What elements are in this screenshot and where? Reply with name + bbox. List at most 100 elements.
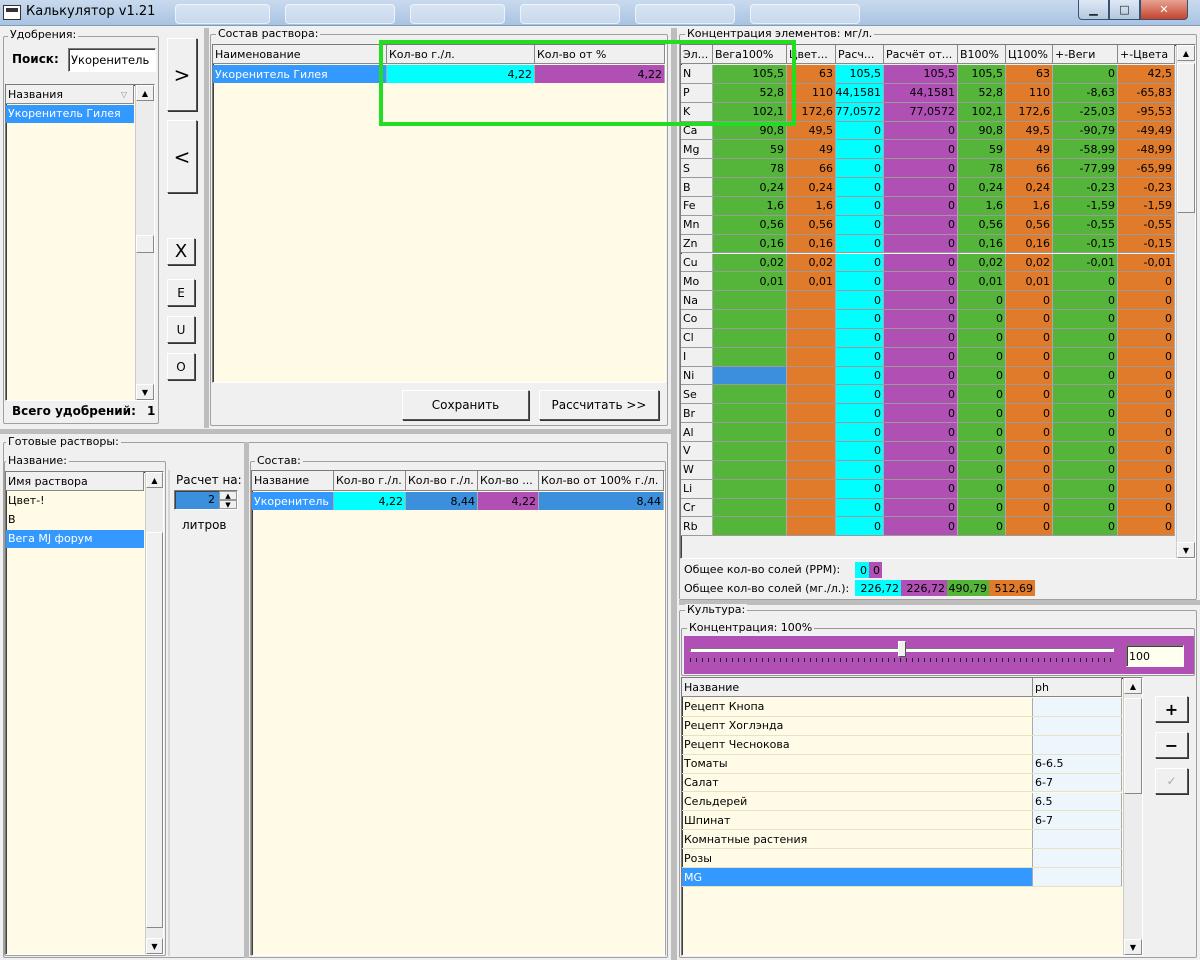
conc-cell[interactable]: 0 [836, 291, 884, 311]
conc-cell[interactable]: 0 [1118, 498, 1175, 518]
element-symbol[interactable]: S [681, 159, 713, 179]
solution-row-pct[interactable]: 4,22 [535, 65, 665, 83]
conc-cell[interactable]: 0 [1053, 347, 1118, 367]
ready-col-name[interactable]: Имя раствора [6, 472, 144, 490]
conc-col-header[interactable]: Эл... [681, 45, 713, 63]
culture-name[interactable]: Розы [682, 849, 1033, 868]
conc-cell[interactable]: 0 [1118, 272, 1175, 292]
concentration-slider-area[interactable] [684, 636, 1194, 674]
table-row[interactable]: Салат 6-7 [682, 773, 1122, 793]
conc-cell[interactable]: 0 [1053, 328, 1118, 348]
conc-cell[interactable] [713, 498, 787, 518]
conc-cell[interactable]: 0 [836, 347, 884, 367]
conc-cell[interactable]: 0,56 [1006, 215, 1053, 235]
conc-cell[interactable]: 0,02 [787, 253, 836, 273]
liters-spinner[interactable]: 2 ▲ ▼ [174, 490, 238, 510]
solution-row-name[interactable]: Укоренитель Гилея [213, 65, 387, 83]
table-row[interactable]: Комнатные растения [682, 830, 1122, 850]
culture-ph[interactable] [1033, 830, 1122, 849]
scroll-up-icon[interactable]: ▲ [136, 85, 154, 101]
conc-cell[interactable]: 0 [1053, 385, 1118, 405]
conc-cell[interactable]: 0 [1006, 442, 1053, 461]
conc-cell[interactable]: 0 [836, 215, 884, 235]
conc-cell[interactable] [787, 460, 836, 480]
conc-cell[interactable]: 0 [1053, 310, 1118, 329]
table-row[interactable]: Рецепт Чеснокова [682, 735, 1122, 755]
list-item[interactable]: B [6, 511, 144, 529]
scroll-thumb[interactable] [1124, 698, 1142, 794]
conc-cell[interactable]: 0 [958, 385, 1006, 405]
concentration-table-body[interactable]: N 105,5 63 105,5 105,5 105,5 63 0 42,5 P 52,8 110 44… [681, 65, 1175, 557]
element-symbol[interactable]: P [681, 83, 713, 103]
conc-cell[interactable]: 0 [836, 442, 884, 461]
conc-col-header[interactable]: Цвет... [787, 45, 836, 63]
culture-ph[interactable]: 6-7 [1033, 773, 1122, 792]
conc-cell[interactable]: 0 [1006, 517, 1053, 537]
conc-cell[interactable] [713, 291, 787, 311]
conc-cell[interactable]: 42,5 [1118, 65, 1175, 84]
culture-name[interactable]: MG [682, 868, 1033, 886]
conc-cell[interactable] [713, 460, 787, 480]
conc-cell[interactable]: 0 [1006, 479, 1053, 499]
conc-cell[interactable]: 0 [1053, 291, 1118, 311]
conc-cell[interactable]: 0 [884, 121, 958, 141]
conc-cell[interactable]: 0,24 [787, 178, 836, 197]
culture-name[interactable]: Рецепт Кнопа [682, 698, 1033, 716]
conc-cell[interactable]: 1,6 [713, 196, 787, 216]
fertilizer-list-item[interactable]: Укоренитель Гилея [6, 105, 134, 123]
conc-cell[interactable] [787, 366, 836, 386]
table-row[interactable]: P 52,8 110 44,1581 44,1581 52,8 110 -8,63 -65,83 [681, 83, 1175, 103]
element-symbol[interactable]: B [681, 178, 713, 197]
conc-cell[interactable]: -58,99 [1053, 140, 1118, 160]
culture-name[interactable]: Сельдерей [682, 792, 1033, 811]
conc-cell[interactable]: 0,01 [958, 272, 1006, 292]
conc-cell[interactable]: 0 [958, 423, 1006, 442]
add-culture-button[interactable]: + [1155, 696, 1188, 722]
close-button[interactable]: ✕ [1140, 0, 1188, 20]
conc-cell[interactable]: 0 [884, 291, 958, 311]
conc-cell[interactable]: 0 [884, 272, 958, 292]
table-row[interactable]: Se 0 0 0 0 0 0 [681, 385, 1175, 405]
conc-cell[interactable]: 105,5 [713, 65, 787, 84]
conc-cell[interactable]: -90,79 [1053, 121, 1118, 141]
conc-cell[interactable]: 0,16 [787, 234, 836, 254]
conc-cell[interactable]: 0 [1053, 498, 1118, 518]
conc-cell[interactable] [713, 517, 787, 537]
table-row[interactable]: Ca 90,8 49,5 0 0 90,8 49,5 -90,79 -49,49 [681, 121, 1175, 141]
conc-cell[interactable]: 0 [958, 479, 1006, 499]
spin-down-icon[interactable]: ▼ [219, 500, 237, 509]
comp-row-v1[interactable]: 4,22 [334, 492, 406, 510]
horizontal-splitter[interactable] [0, 429, 672, 434]
comp-col-100[interactable]: Кол-во от 100% г./л. [539, 471, 664, 490]
clear-button[interactable]: X [167, 238, 195, 265]
composition-table[interactable]: Название Кол-во г./л. Кол-во г./л. Кол-в… [251, 470, 665, 956]
conc-cell[interactable]: 0 [884, 234, 958, 254]
fertilizer-list-scrollbar[interactable]: ▲ ▼ [135, 85, 154, 400]
conc-cell[interactable]: 52,8 [958, 83, 1006, 103]
conc-cell[interactable]: 0 [836, 140, 884, 160]
culture-name[interactable]: Комнатные растения [682, 830, 1033, 849]
conc-cell[interactable]: 0,02 [958, 253, 1006, 273]
conc-cell[interactable] [713, 347, 787, 367]
conc-cell[interactable]: 0 [1053, 460, 1118, 480]
conc-cell[interactable]: -65,99 [1118, 159, 1175, 179]
conc-cell[interactable] [787, 479, 836, 499]
conc-cell[interactable]: 0,24 [1006, 178, 1053, 197]
conc-cell[interactable]: 0 [884, 385, 958, 405]
conc-cell[interactable]: -1,59 [1053, 196, 1118, 216]
culture-name[interactable]: Рецепт Чеснокова [682, 735, 1033, 754]
conc-cell[interactable]: -77,99 [1053, 159, 1118, 179]
conc-cell[interactable]: 110 [787, 83, 836, 103]
conc-cell[interactable]: 0 [958, 517, 1006, 537]
conc-cell[interactable]: -0,55 [1118, 215, 1175, 235]
table-row[interactable]: K 102,1 172,6 77,0572 77,0572 102,1 172,6 -25,0… [681, 102, 1175, 122]
conc-cell[interactable] [787, 498, 836, 518]
conc-cell[interactable]: 59 [958, 140, 1006, 160]
conc-cell[interactable]: 0 [836, 460, 884, 480]
table-row[interactable]: Томаты 6-6.5 [682, 754, 1122, 774]
scroll-up-icon[interactable]: ▲ [1177, 45, 1195, 61]
conc-cell[interactable]: 49,5 [787, 121, 836, 141]
culture-ph[interactable] [1033, 716, 1122, 735]
conc-cell[interactable]: 0 [884, 423, 958, 442]
conc-cell[interactable]: 0,01 [787, 272, 836, 292]
